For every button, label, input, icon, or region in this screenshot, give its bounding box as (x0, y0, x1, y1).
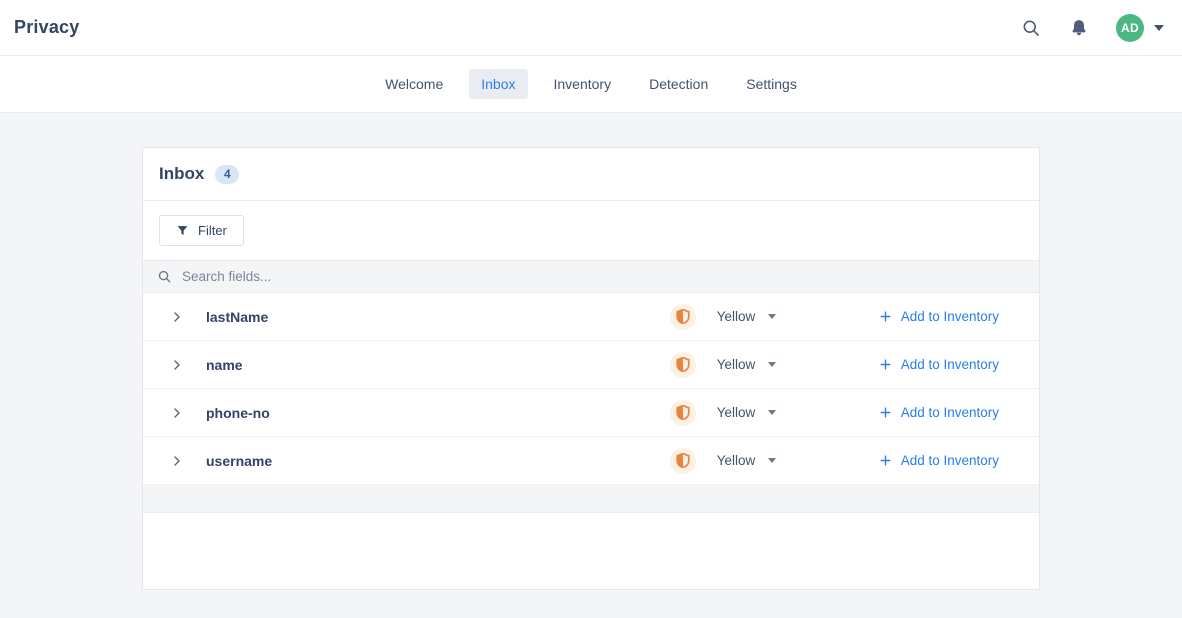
table-row: lastName Yellow Add to Inventory (143, 293, 1039, 341)
search-icon[interactable] (1020, 17, 1042, 39)
tab-inbox[interactable]: Inbox (469, 69, 527, 99)
tab-detection[interactable]: Detection (637, 69, 720, 99)
card-footer (143, 513, 1039, 589)
chevron-down-icon (1154, 25, 1164, 31)
avatar[interactable]: AD (1116, 14, 1144, 42)
add-to-inventory-label: Add to Inventory (901, 405, 999, 420)
card-header: Inbox 4 (143, 148, 1039, 201)
bell-icon[interactable] (1068, 17, 1090, 39)
page-title: Inbox (159, 164, 204, 184)
chevron-down-icon (768, 458, 776, 463)
severity-value: Yellow (717, 309, 756, 324)
filter-bar: Filter (143, 201, 1039, 261)
field-name: username (206, 453, 670, 469)
plus-icon (879, 358, 892, 371)
add-to-inventory-label: Add to Inventory (901, 357, 999, 372)
top-bar: Privacy AD (0, 0, 1182, 56)
add-to-inventory-label: Add to Inventory (901, 309, 999, 324)
inbox-count-badge: 4 (215, 165, 239, 184)
shield-icon (670, 352, 696, 378)
chevron-down-icon (768, 410, 776, 415)
expand-chevron-icon[interactable] (169, 311, 185, 323)
severity-dropdown[interactable]: Yellow (717, 405, 793, 420)
plus-icon (879, 310, 892, 323)
field-name: lastName (206, 309, 670, 325)
add-to-inventory-button[interactable]: Add to Inventory (879, 405, 999, 420)
plus-icon (879, 406, 892, 419)
severity-value: Yellow (717, 453, 756, 468)
severity-value: Yellow (717, 405, 756, 420)
expand-chevron-icon[interactable] (169, 359, 185, 371)
tab-bar: Welcome Inbox Inventory Detection Settin… (0, 56, 1182, 113)
app-title: Privacy (14, 17, 79, 38)
chevron-down-icon (768, 362, 776, 367)
funnel-icon (176, 224, 189, 237)
add-to-inventory-button[interactable]: Add to Inventory (879, 453, 999, 468)
chevron-down-icon (768, 314, 776, 319)
filter-button[interactable]: Filter (159, 215, 244, 246)
shield-icon (670, 304, 696, 330)
expand-chevron-icon[interactable] (169, 455, 185, 467)
search-row (143, 261, 1039, 293)
add-to-inventory-button[interactable]: Add to Inventory (879, 309, 999, 324)
shield-icon (670, 400, 696, 426)
severity-dropdown[interactable]: Yellow (717, 357, 793, 372)
field-name: name (206, 357, 670, 373)
shield-icon (670, 448, 696, 474)
severity-dropdown[interactable]: Yellow (717, 309, 793, 324)
severity-value: Yellow (717, 357, 756, 372)
field-name: phone-no (206, 405, 670, 421)
tab-inventory[interactable]: Inventory (542, 69, 624, 99)
tab-welcome[interactable]: Welcome (373, 69, 455, 99)
search-fields-icon (157, 269, 172, 284)
table-row: name Yellow Add to Inventory (143, 341, 1039, 389)
search-fields-input[interactable] (182, 269, 1025, 284)
inbox-card: Inbox 4 Filter lastName Yellow (142, 147, 1040, 590)
add-to-inventory-label: Add to Inventory (901, 453, 999, 468)
severity-dropdown[interactable]: Yellow (717, 453, 793, 468)
filter-button-label: Filter (198, 223, 227, 238)
expand-chevron-icon[interactable] (169, 407, 185, 419)
add-to-inventory-button[interactable]: Add to Inventory (879, 357, 999, 372)
table-row: username Yellow Add to Inventory (143, 437, 1039, 485)
list-footer-strip (143, 485, 1039, 513)
table-row: phone-no Yellow Add to Inventory (143, 389, 1039, 437)
user-menu[interactable]: AD (1116, 14, 1164, 42)
tab-settings[interactable]: Settings (734, 69, 809, 99)
plus-icon (879, 454, 892, 467)
